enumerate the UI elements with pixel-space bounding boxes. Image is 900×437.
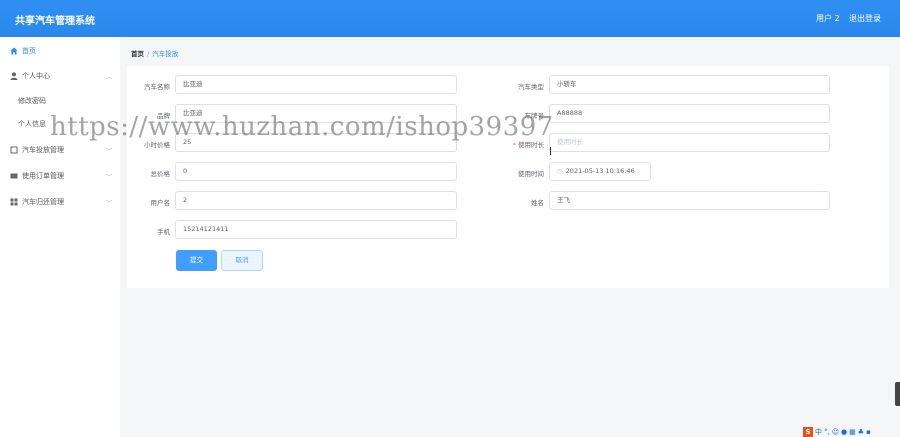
- total-price-label: 总价格: [150, 170, 171, 178]
- sidebar-item-personal-center[interactable]: 个人中心 ︿: [0, 63, 120, 89]
- grid-icon: [10, 198, 18, 206]
- breadcrumb-home[interactable]: 首页: [131, 50, 144, 58]
- app-title: 共享汽车管理系统: [15, 16, 95, 27]
- car-name-label: 汽车名称: [144, 83, 170, 91]
- duration-field[interactable]: 使用时长: [549, 133, 830, 152]
- breadcrumb-current: 汽车投放: [152, 50, 179, 58]
- logout-link[interactable]: 退出登录: [849, 13, 881, 24]
- required-mark: *: [512, 141, 516, 149]
- sidebar-item-car-return[interactable]: 汽车归还管理 ﹀: [0, 189, 120, 215]
- text-cursor: [550, 147, 551, 155]
- total-price-field[interactable]: 0: [175, 162, 457, 181]
- punctuation-icon[interactable]: °,: [824, 428, 830, 436]
- sidebar-item-label: 首页: [22, 47, 36, 55]
- phone-label: 手机: [157, 228, 170, 236]
- sidebar-item-label: 汽车归还管理: [22, 198, 64, 206]
- list-icon: [10, 172, 18, 180]
- sidebar-item-label: 使用订单管理: [22, 172, 64, 180]
- current-user[interactable]: 用户 2: [816, 13, 840, 24]
- name-label: 姓名: [531, 199, 544, 207]
- use-time-datepicker[interactable]: ◷ 2021-05-13 10:16:46: [549, 162, 651, 181]
- sidebar-subitem-change-password[interactable]: 修改密码: [0, 89, 120, 113]
- chevron-up-icon: ︿: [106, 73, 113, 81]
- car-type-field[interactable]: 小轿车: [549, 75, 830, 94]
- submit-button[interactable]: 提交: [176, 250, 217, 271]
- sidebar-item-home[interactable]: 首页: [0, 38, 120, 64]
- system-tray: S 中 °, ☺ ● ▦ ♣ ▪: [803, 427, 871, 437]
- user-icon: [10, 72, 18, 80]
- sidebar-subitem-label: 个人信息: [18, 120, 46, 128]
- sidebar-subitem-label: 修改密码: [18, 97, 46, 105]
- use-time-label: 使用时间: [518, 170, 544, 178]
- breadcrumb: 首页 / 汽车投放: [131, 48, 178, 58]
- ime-language[interactable]: 中: [815, 427, 822, 437]
- sidebar: 首页 个人中心 ︿ 修改密码 个人信息 汽车投放管理 ﹀ 使用订单管理 ﹀ 汽车…: [0, 37, 120, 437]
- sidebar-item-label: 个人中心: [22, 72, 50, 80]
- watermark-text: https://www.huzhan.com/ishop39397: [50, 112, 554, 142]
- phone-field[interactable]: 15214121411: [175, 220, 457, 239]
- name-field[interactable]: 王飞: [549, 191, 830, 210]
- plate-field[interactable]: A88888: [549, 104, 830, 123]
- cancel-button[interactable]: 取消: [221, 250, 263, 271]
- sidebar-item-label: 汽车投放管理: [22, 146, 64, 154]
- side-panel-handle[interactable]: [895, 382, 900, 406]
- skin-icon[interactable]: ♣: [858, 428, 864, 436]
- keyboard-icon[interactable]: ▦: [849, 428, 856, 436]
- breadcrumb-separator: /: [147, 50, 150, 58]
- sidebar-item-orders[interactable]: 使用订单管理 ﹀: [0, 163, 120, 189]
- top-header: 共享汽车管理系统 用户 2 退出登录: [0, 0, 900, 37]
- box-icon: [10, 146, 18, 154]
- toolbox-icon[interactable]: ▪: [866, 428, 871, 436]
- duration-label-text: 使用时长: [518, 141, 544, 149]
- use-time-value: 2021-05-13 10:16:46: [565, 167, 635, 175]
- microphone-icon[interactable]: ●: [841, 428, 847, 436]
- car-name-field[interactable]: 比亚迪: [175, 75, 457, 94]
- ime-logo-icon[interactable]: S: [803, 427, 813, 437]
- username-field[interactable]: 2: [175, 191, 457, 210]
- emoji-icon[interactable]: ☺: [832, 428, 839, 436]
- home-icon: [10, 47, 18, 55]
- username-label: 用户名: [150, 199, 171, 207]
- clock-icon: ◷: [557, 167, 563, 175]
- car-type-label: 汽车类型: [518, 83, 544, 91]
